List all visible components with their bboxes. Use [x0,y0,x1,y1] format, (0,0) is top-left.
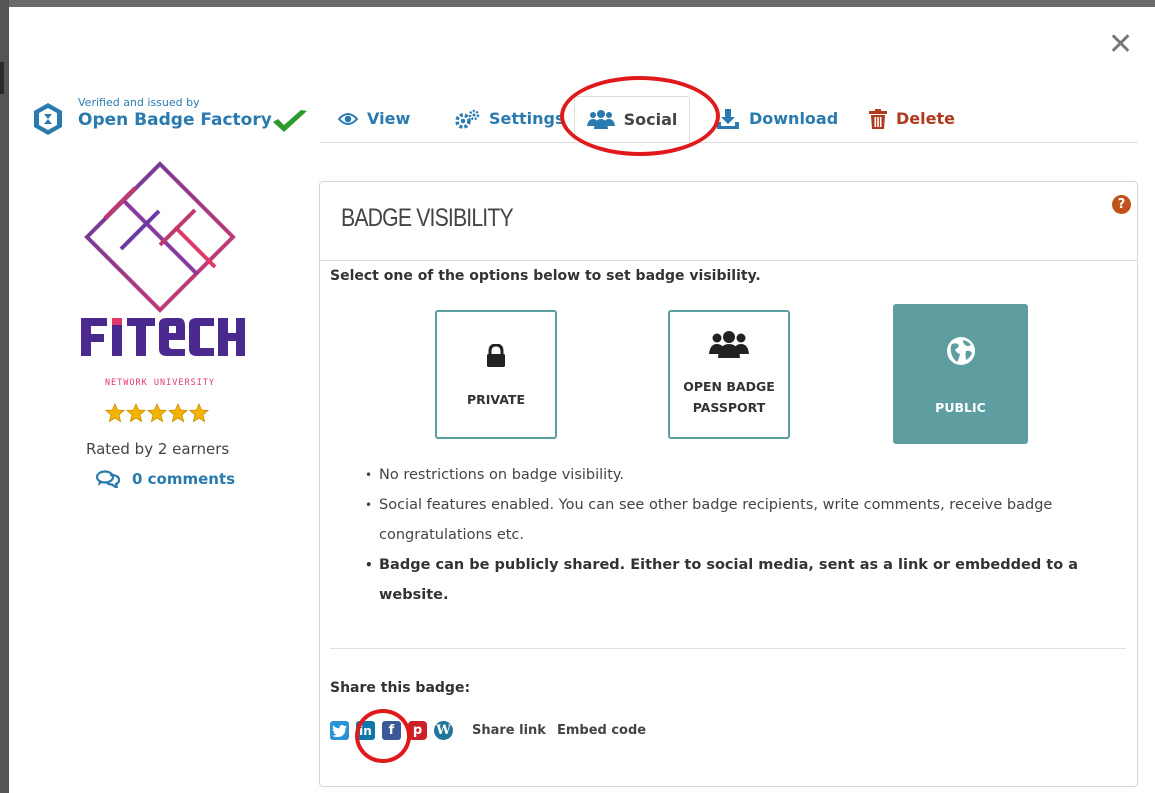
share-title: Share this badge: [330,680,471,696]
close-icon[interactable]: ✕ [1108,30,1133,60]
tab-download[interactable]: Download [716,96,838,141]
lock-icon [487,344,505,367]
rated-by-text: Rated by 2 earners [86,440,230,458]
fitech-badge-image: NETWORK UNIVERSITY [81,161,245,388]
window-top-border [0,0,1155,7]
help-icon[interactable]: ? [1112,195,1131,214]
download-icon [717,108,739,129]
svg-text:NETWORK UNIVERSITY: NETWORK UNIVERSITY [105,378,215,388]
linkedin-icon[interactable]: in [356,721,375,740]
star-icon [168,403,188,423]
rating-stars [105,403,209,423]
facebook-icon[interactable]: f [382,721,401,740]
checkmark-icon [273,110,307,132]
gears-icon [455,109,480,129]
users-icon [586,110,615,129]
comments-icon [96,470,120,488]
embed-code-button[interactable]: Embed code [557,723,646,738]
visibility-option-passport-label-line2: PASSPORT [692,400,766,415]
divider [330,648,1126,649]
comments-count-label: 0 comments [132,470,236,488]
visibility-instruction: Select one of the options below to set b… [330,268,761,284]
visibility-option-public-label: PUBLIC [935,400,986,415]
comments-link[interactable]: 0 comments [96,470,235,488]
list-item: Badge can be publicly shared. Either to … [365,550,1125,610]
panel-title: BADGE VISIBILITY [341,204,514,232]
list-item: Social features enabled. You can see oth… [365,490,1125,550]
star-icon [189,403,209,423]
trash-icon [869,108,887,129]
tab-delete[interactable]: Delete [869,96,955,141]
share-row: in f p W Share link Embed code [330,721,646,740]
star-icon [105,403,125,423]
share-link-button[interactable]: Share link [472,723,546,738]
list-item: No restrictions on badge visibility. [365,460,1125,490]
visibility-option-passport[interactable]: OPEN BADGE PASSPORT [668,310,790,439]
tab-download-label: Download [749,109,839,128]
window-left-accent [0,62,4,94]
issuer-verified-text: Verified and issued by [78,96,200,109]
tab-delete-label: Delete [896,109,955,128]
tab-settings[interactable]: Settings [454,96,565,141]
pinterest-icon[interactable]: p [408,721,427,740]
issuer-block: Verified and issued by Open Badge Factor… [33,96,323,146]
users-icon [709,331,749,358]
tab-settings-label: Settings [489,109,565,128]
visibility-option-private[interactable]: PRIVATE [435,310,557,439]
open-badge-factory-logo-icon [34,103,62,135]
issuer-name[interactable]: Open Badge Factory [78,110,272,130]
badge-visibility-panel: BADGE VISIBILITY ? Select one of the opt… [319,181,1138,787]
visibility-option-private-label: PRIVATE [466,392,526,407]
badge-tabs: View Settings Social Download Delete [320,96,1138,143]
visibility-option-passport-label-line1: OPEN BADGE [683,379,775,394]
wordpress-icon[interactable]: W [434,721,453,740]
tab-social[interactable]: Social [574,96,690,142]
visibility-description-list: No restrictions on badge visibility. Soc… [365,460,1125,610]
globe-icon [946,337,975,365]
star-icon [126,403,146,423]
twitter-icon[interactable] [330,721,349,740]
tab-view-label: View [367,109,411,128]
visibility-option-public[interactable]: PUBLIC [893,304,1028,444]
window-left-border [0,0,9,793]
panel-header: BADGE VISIBILITY ? [320,182,1137,261]
star-icon [147,403,167,423]
tab-view[interactable]: View [338,96,410,141]
tab-social-label: Social [623,109,678,129]
eye-icon [338,112,358,125]
